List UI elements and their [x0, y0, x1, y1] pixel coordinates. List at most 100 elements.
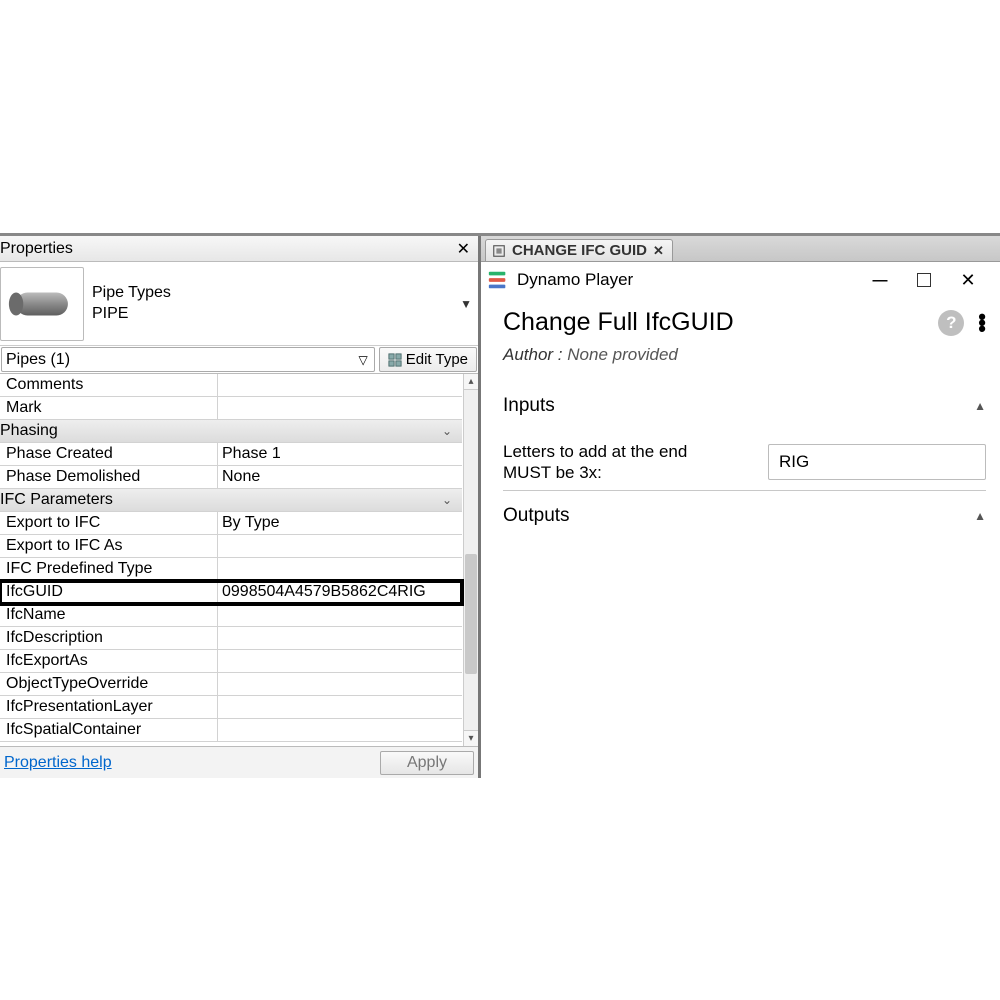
property-row[interactable]: Export to IFC As [0, 535, 462, 558]
property-group-header[interactable]: Phasing ⌄ [0, 420, 462, 443]
property-name: IfcGUID [0, 581, 218, 603]
property-name: IfcName [0, 604, 218, 626]
property-value[interactable]: 0998504A4579B5862C4RIG [218, 581, 462, 603]
property-row[interactable]: IfcGUID0998504A4579B5862C4RIG [0, 581, 462, 604]
letters-input[interactable] [768, 444, 986, 480]
type-thumbnail [0, 267, 84, 341]
right-pane: CHANGE IFC GUID ✕ Dynamo Player — ✕ [481, 236, 1000, 778]
property-value[interactable] [218, 673, 462, 695]
properties-help-link[interactable]: Properties help [4, 754, 112, 772]
property-name: Phase Created [0, 443, 218, 465]
property-value[interactable] [218, 627, 462, 649]
collapse-icon: ⌄ [442, 493, 456, 507]
property-value[interactable] [218, 535, 462, 557]
property-group-label: IFC Parameters [0, 491, 113, 509]
properties-header: Properties ✕ [0, 236, 478, 262]
property-group-label: Phasing [0, 422, 58, 440]
property-value[interactable] [218, 719, 462, 741]
property-row[interactable]: Mark [0, 397, 462, 420]
inputs-section-header[interactable]: Inputs ▲ [503, 391, 986, 421]
scroll-up-icon[interactable]: ▴ [464, 374, 478, 390]
tab-change-ifc-guid[interactable]: CHANGE IFC GUID ✕ [485, 239, 673, 261]
property-row[interactable]: Phase DemolishedNone [0, 466, 462, 489]
tab-close-icon[interactable]: ✕ [653, 243, 664, 259]
property-value[interactable] [218, 604, 462, 626]
property-value[interactable] [218, 397, 462, 419]
collapse-icon: ⌄ [442, 424, 456, 438]
author-value: None provided [567, 345, 678, 364]
property-name: Export to IFC [0, 512, 218, 534]
type-name-label: PIPE [92, 304, 472, 325]
property-value[interactable]: By Type [218, 512, 462, 534]
dynamo-player-window: Dynamo Player — ✕ Change Full IfcGUID ? … [481, 262, 1000, 778]
property-row[interactable]: IfcExportAs [0, 650, 462, 673]
window-maximize-button[interactable] [902, 266, 946, 294]
property-name: IfcSpatialContainer [0, 719, 218, 741]
scrollbar[interactable]: ▴ ▾ [463, 374, 478, 746]
chevron-up-icon: ▲ [974, 399, 986, 413]
property-row[interactable]: IfcPresentationLayer [0, 696, 462, 719]
window-close-button[interactable]: ✕ [946, 266, 990, 294]
property-name: Export to IFC As [0, 535, 218, 557]
property-row[interactable]: IFC Predefined Type [0, 558, 462, 581]
property-name: IfcExportAs [0, 650, 218, 672]
chevron-up-icon: ▲ [974, 509, 986, 523]
property-value[interactable] [218, 650, 462, 672]
chevron-down-icon[interactable]: ▼ [460, 297, 472, 311]
properties-panel: Properties ✕ Pipe Typ [0, 236, 481, 778]
tab-label: CHANGE IFC GUID [512, 242, 647, 259]
edit-type-label: Edit Type [406, 351, 468, 368]
window-minimize-button[interactable]: — [858, 266, 902, 294]
kebab-menu-icon[interactable]: ••• [978, 314, 986, 332]
chevron-down-icon: ▽ [359, 353, 368, 367]
type-family-label: Pipe Types [92, 283, 472, 304]
filter-selector[interactable]: Pipes (1) ▽ [1, 347, 375, 372]
properties-close-icon[interactable]: ✕ [453, 239, 474, 259]
property-value[interactable]: None [218, 466, 462, 488]
property-name: Phase Demolished [0, 466, 218, 488]
filter-label: Pipes (1) [6, 351, 70, 369]
properties-title: Properties [0, 240, 73, 258]
property-name: IfcDescription [0, 627, 218, 649]
property-grid-scroll: CommentsMark Phasing ⌄ Phase CreatedPhase 1… [0, 374, 478, 746]
outputs-section-header[interactable]: Outputs ▲ [503, 501, 986, 531]
property-name: IfcPresentationLayer [0, 696, 218, 718]
property-grid: CommentsMark Phasing ⌄ Phase CreatedPhase 1… [0, 374, 462, 742]
property-row[interactable]: Export to IFCBy Type [0, 512, 462, 535]
input-prompt-label: Letters to add at the end MUST be 3x: [503, 441, 738, 484]
property-group-header[interactable]: IFC Parameters ⌄ [0, 489, 462, 512]
property-name: IFC Predefined Type [0, 558, 218, 580]
apply-button[interactable]: Apply [380, 751, 474, 775]
edit-type-button[interactable]: Edit Type [379, 347, 477, 372]
property-row[interactable]: Comments [0, 374, 462, 397]
properties-footer: Properties help Apply [0, 746, 478, 778]
property-name: ObjectTypeOverride [0, 673, 218, 695]
property-row[interactable]: IfcSpatialContainer [0, 719, 462, 742]
dynamo-titlebar: Dynamo Player — ✕ [481, 262, 1000, 298]
property-row[interactable]: IfcName [0, 604, 462, 627]
help-icon[interactable]: ? [938, 310, 964, 336]
scrollbar-thumb[interactable] [465, 554, 477, 674]
scroll-down-icon[interactable]: ▾ [464, 730, 478, 746]
outputs-label: Outputs [503, 505, 570, 527]
script-title: Change Full IfcGUID [503, 308, 938, 337]
property-name: Comments [0, 374, 218, 396]
inputs-label: Inputs [503, 395, 555, 417]
type-selector[interactable]: Pipe Types PIPE ▼ [0, 262, 478, 346]
property-value[interactable] [218, 696, 462, 718]
edit-type-icon [388, 353, 402, 367]
property-row[interactable]: ObjectTypeOverride [0, 673, 462, 696]
tab-strip: CHANGE IFC GUID ✕ [481, 236, 1000, 262]
property-value[interactable] [218, 558, 462, 580]
dynamo-app-title: Dynamo Player [517, 270, 633, 290]
author-label: Author : [503, 345, 563, 364]
type-text: Pipe Types PIPE [92, 283, 472, 325]
author-line: Author : None provided [503, 345, 986, 365]
property-row[interactable]: Phase CreatedPhase 1 [0, 443, 462, 466]
property-name: Mark [0, 397, 218, 419]
property-row[interactable]: IfcDescription [0, 627, 462, 650]
property-value[interactable] [218, 374, 462, 396]
dynamo-app-icon [487, 269, 509, 291]
tab-icon [492, 244, 506, 258]
property-value[interactable]: Phase 1 [218, 443, 462, 465]
